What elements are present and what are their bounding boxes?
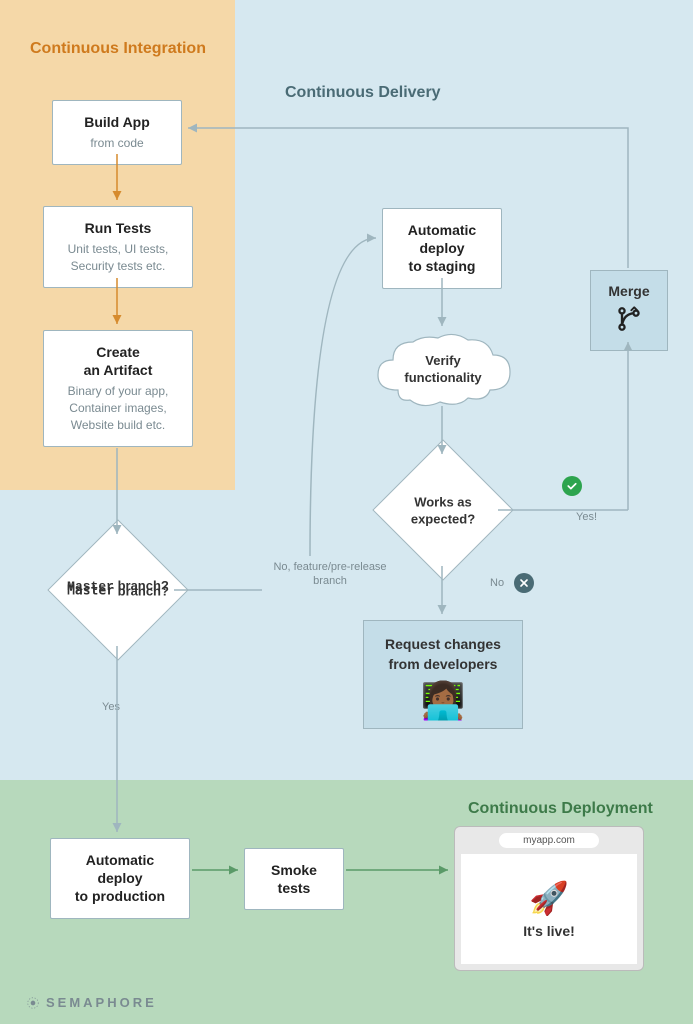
run-tests-sub: Unit tests, UI tests, Security tests etc… — [58, 241, 178, 275]
yes-label: Yes — [102, 700, 120, 714]
works-no-label: No — [490, 576, 504, 590]
rocket-icon: 🚀 — [529, 879, 569, 917]
request-changes-box: Request changes from developers 👩🏾‍💻 — [363, 620, 523, 729]
master-branch-decision: Master Master branch?branch? — [47, 519, 188, 660]
auto-staging-title: Automatic deploy to staging — [397, 221, 487, 276]
verify-text: Verify functionality — [368, 330, 518, 410]
run-tests-box: Run Tests Unit tests, UI tests, Security… — [43, 206, 193, 288]
artifact-title: Create an Artifact — [58, 343, 178, 379]
verify-cloud: Verify functionality — [368, 330, 518, 410]
build-app-box: Build App from code — [52, 100, 182, 165]
smoke-tests-box: Smoke tests — [244, 848, 344, 910]
build-app-sub: from code — [67, 135, 167, 152]
git-merge-icon — [607, 305, 651, 338]
merge-box: Merge — [590, 270, 668, 351]
works-yes-label: Yes! — [576, 510, 597, 524]
close-icon — [514, 573, 534, 593]
auto-staging-box: Automatic deploy to staging — [382, 208, 502, 289]
smoke-tests-title: Smoke tests — [259, 861, 329, 897]
cd-heading: Continuous Delivery — [285, 84, 441, 102]
browser-url: myapp.com — [499, 833, 599, 848]
deployment-heading: Continuous Deployment — [468, 800, 653, 818]
auto-prod-title: Automatic deploy to production — [65, 851, 175, 906]
no-branch-label: No, feature/pre-release branch — [270, 560, 390, 589]
run-tests-title: Run Tests — [58, 219, 178, 237]
browser-mock: myapp.com 🚀 It's live! — [454, 826, 644, 971]
its-live-text: It's live! — [523, 923, 575, 939]
artifact-box: Create an Artifact Binary of your app, C… — [43, 330, 193, 447]
works-decision: Works as expected? — [372, 439, 513, 580]
merge-title: Merge — [607, 283, 651, 299]
check-icon — [562, 476, 582, 496]
build-app-title: Build App — [67, 113, 167, 131]
developer-emoji-icon: 👩🏾‍💻 — [374, 680, 512, 722]
semaphore-brand: SEMAPHORE — [26, 995, 157, 1010]
ci-heading: Continuous Integration — [30, 40, 206, 58]
request-changes-title: Request changes from developers — [374, 635, 512, 674]
brand-icon — [26, 996, 40, 1010]
auto-prod-box: Automatic deploy to production — [50, 838, 190, 919]
artifact-sub: Binary of your app, Container images, We… — [58, 383, 178, 433]
